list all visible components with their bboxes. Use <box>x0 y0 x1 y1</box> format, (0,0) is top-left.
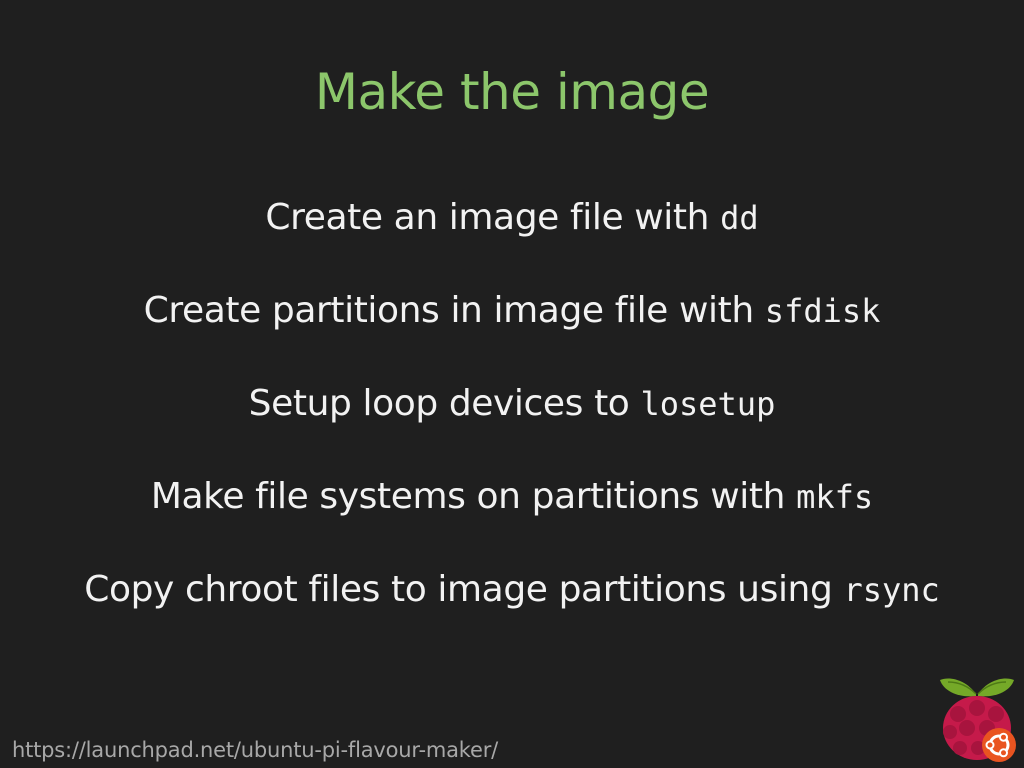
bullet-text: Setup loop devices to <box>248 383 641 424</box>
bullet-item: Create an image file with dd <box>0 190 1024 283</box>
bullet-command: rsync <box>843 571 940 609</box>
slide-title: Make the image <box>314 63 710 121</box>
bullet-text: Create partitions in image file with <box>143 290 765 331</box>
bullet-item: Setup loop devices to losetup <box>0 376 1024 469</box>
bullet-item: Make file systems on partitions with mkf… <box>0 469 1024 562</box>
bullet-command: losetup <box>640 385 776 423</box>
bullet-item: Copy chroot files to image partitions us… <box>0 562 1024 655</box>
bullet-text: Create an image file with <box>265 197 721 238</box>
bullet-command: mkfs <box>796 478 874 516</box>
footer-url: https://launchpad.net/ubuntu-pi-flavour-… <box>12 738 499 762</box>
bullet-command: dd <box>720 199 759 237</box>
bullet-list: Create an image file with dd Create part… <box>0 190 1024 655</box>
bullet-text: Make file systems on partitions with <box>150 476 797 517</box>
slide: Make the image Create an image file with… <box>0 0 1024 768</box>
raspberry-pi-ubuntu-logo-icon <box>940 678 1016 762</box>
bullet-text: Copy chroot files to image partitions us… <box>84 569 844 610</box>
bullet-command: sfdisk <box>764 292 881 330</box>
bullet-item: Create partitions in image file with sfd… <box>0 283 1024 376</box>
